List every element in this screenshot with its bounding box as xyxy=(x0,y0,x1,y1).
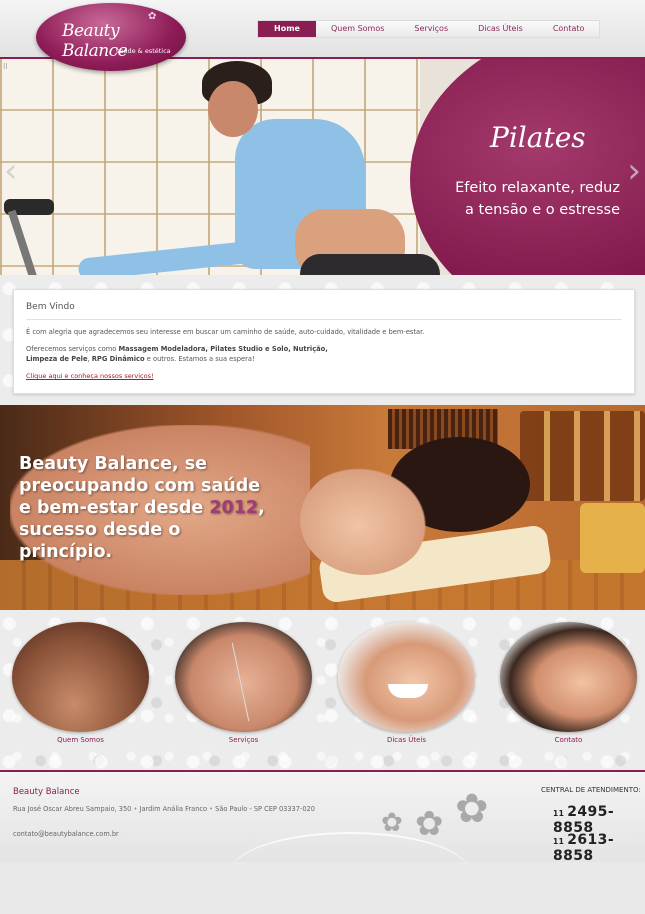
slide-caption: Efeito relaxante, reduz a tensão e o est… xyxy=(455,180,620,218)
slide-title: Pilates xyxy=(490,121,586,154)
footer: Beauty Balance Rua José Oscar Abreu Samp… xyxy=(0,770,645,864)
welcome-box: Bem Vindo É com alegria que agradecemos … xyxy=(13,289,635,394)
pilates-woman-face xyxy=(208,81,258,137)
banner-line-3: e bem-estar desde xyxy=(19,498,204,518)
circle-label-dicas-uteis[interactable]: Dicas Úteis xyxy=(338,736,475,744)
address-separator: • xyxy=(133,805,138,813)
nav-quem-somos[interactable]: Quem Somos xyxy=(316,21,399,37)
needle xyxy=(231,642,250,722)
candle xyxy=(580,503,645,573)
footer-decorative-arc xyxy=(230,832,470,914)
address-city: São Paulo - SP CEP 03337-020 xyxy=(215,805,315,813)
nav-dicas-uteis[interactable]: Dicas Úteis xyxy=(463,21,538,37)
smile xyxy=(388,684,428,698)
logo-brand-text: Beauty Balance xyxy=(62,21,128,61)
central-label: CENTRAL DE ATENDIMENTO: xyxy=(541,786,641,794)
banner-line-4: sucesso desde o xyxy=(19,520,181,540)
address-district: Jardim Anália Franco xyxy=(139,805,208,813)
logo[interactable]: Beauty Balance saúde & estética ✿ xyxy=(36,3,186,71)
logo-tagline: saúde & estética xyxy=(116,47,171,55)
hero-slider: Pilates Efeito relaxante, reduz a tensão… xyxy=(0,57,645,277)
circle-image-contact[interactable] xyxy=(500,622,637,732)
footer-brand: Beauty Balance xyxy=(13,787,80,797)
next-slide-arrow-icon[interactable]: › xyxy=(627,151,641,191)
flower-icon: ✿ xyxy=(455,786,489,832)
phone-2-area: 11 xyxy=(553,837,565,846)
services-list-2: Limpeza de Pele xyxy=(26,354,88,363)
banner-line-5: princípio. xyxy=(19,542,113,562)
circle-image-acupuncture[interactable] xyxy=(175,622,312,732)
nav-home[interactable]: Home xyxy=(258,21,316,37)
welcome-services: Oferecemos serviços como Massagem Modela… xyxy=(26,345,356,364)
slide-caption-swoosh xyxy=(410,59,645,277)
phone-1-area: 11 xyxy=(553,809,565,818)
services-list-3: RPG Dinâmico xyxy=(91,354,145,363)
circle-image-massage[interactable] xyxy=(12,622,149,732)
welcome-heading: Bem Vindo xyxy=(26,302,75,312)
circle-label-contato[interactable]: Contato xyxy=(500,736,637,744)
address-street: Rua José Oscar Abreu Sampaio, 350 xyxy=(13,805,132,813)
pause-icon[interactable]: II xyxy=(3,62,8,71)
main-nav: Home Quem Somos Serviços Dicas Úteis Con… xyxy=(257,20,601,38)
services-suffix: e outros. Estamos a sua espera! xyxy=(146,354,255,363)
banner-headline: Beauty Balance, se preocupando com saúde… xyxy=(19,453,279,563)
pilates-woman-pants xyxy=(300,254,440,277)
nav-servicos[interactable]: Serviços xyxy=(399,21,463,37)
services-prefix: Oferecemos serviços como xyxy=(26,345,117,353)
oil-bottles xyxy=(520,411,645,501)
welcome-intro: É com alegria que agradecemos seu intere… xyxy=(26,328,425,336)
services-sep: , xyxy=(87,354,90,363)
welcome-divider xyxy=(26,319,622,320)
nav-contato[interactable]: Contato xyxy=(538,21,600,37)
banner-line-1: Beauty Balance, se xyxy=(19,454,208,474)
address-separator: • xyxy=(209,805,214,813)
spa-banner: Beauty Balance, se preocupando com saúde… xyxy=(0,405,645,610)
services-list-1: Massagem Modeladora, Pilates Studio e So… xyxy=(118,345,328,353)
header: Beauty Balance saúde & estética ✿ Home Q… xyxy=(0,0,645,71)
services-link[interactable]: Clique aqui e conheça nossos serviços! xyxy=(26,372,154,380)
woman-face xyxy=(300,465,430,575)
circle-label-servicos[interactable]: Serviços xyxy=(175,736,312,744)
circle-label-quem-somos[interactable]: Quem Somos xyxy=(12,736,149,744)
prev-slide-arrow-icon[interactable]: ‹ xyxy=(4,151,18,191)
banner-line-2: preocupando com saúde xyxy=(19,476,261,496)
flower-icon: ✿ xyxy=(415,804,444,844)
footer-address: Rua José Oscar Abreu Sampaio, 350 • Jard… xyxy=(13,805,333,815)
flower-icon: ✿ xyxy=(381,808,403,838)
banner-line-3-end: , xyxy=(258,498,265,518)
phone-2: 11 2613-8858 xyxy=(553,832,645,864)
banner-year: 2012 xyxy=(209,498,259,518)
footer-email[interactable]: contato@beautybalance.com.br xyxy=(13,830,119,838)
logo-flower-icon: ✿ xyxy=(148,11,157,22)
circle-image-smile[interactable] xyxy=(338,622,475,732)
